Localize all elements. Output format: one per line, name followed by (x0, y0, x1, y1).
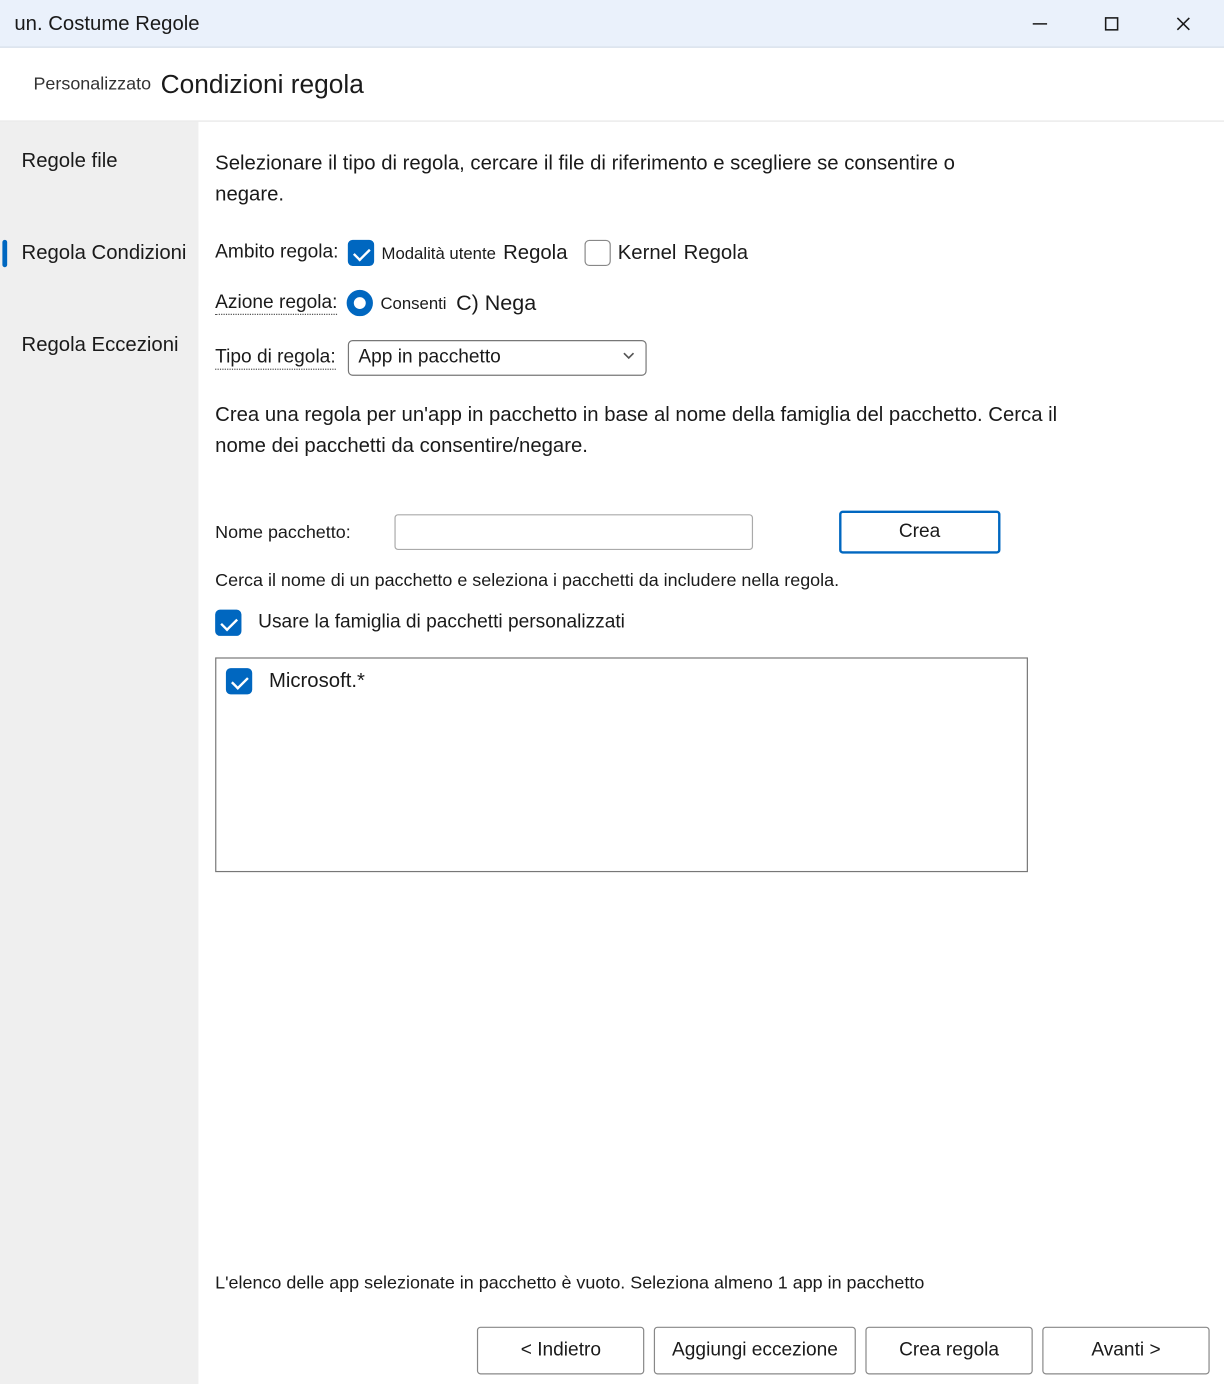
usermode-after-label: Regola (503, 241, 567, 265)
back-button[interactable]: < Indietro (477, 1327, 644, 1375)
deny-label: C) Nega (456, 291, 536, 316)
status-note: L'elenco delle app selezionate in pacche… (215, 1273, 924, 1293)
rule-type-value: App in pacchetto (358, 347, 500, 368)
custom-family-checkbox[interactable] (215, 610, 241, 636)
sidebar-item-label: Regola Eccezioni (22, 333, 179, 356)
create-rule-button[interactable]: Crea regola (865, 1327, 1032, 1375)
custom-family-row: Usare la famiglia di pacchetti personali… (215, 610, 1195, 636)
breadcrumb: Personalizzato (33, 74, 151, 94)
footer-buttons: < Indietro Aggiungi eccezione Crea regol… (477, 1327, 1209, 1375)
maximize-icon (1103, 15, 1120, 32)
create-button[interactable]: Crea (839, 511, 1000, 554)
list-item-label: Microsoft.* (269, 669, 365, 693)
rule-scope-row: Ambito regola: Modalità utente Regola Ke… (215, 240, 1195, 266)
sidebar-item-file-rules[interactable]: Regole file (0, 129, 198, 195)
package-name-input[interactable] (394, 514, 753, 550)
list-item-checkbox[interactable] (226, 668, 252, 694)
sidebar-item-label: Regola Condizioni (22, 241, 187, 264)
add-exception-button[interactable]: Aggiungi eccezione (654, 1327, 856, 1375)
usermode-small-label: Modalità utente (382, 243, 496, 262)
page-header: Personalizzato Condizioni regola (0, 48, 1224, 122)
main-content: Selezionare il tipo di regola, cercare i… (198, 122, 1224, 1384)
create-rule-label: Crea regola (899, 1340, 999, 1361)
sidebar-item-label: Regole file (22, 149, 118, 172)
allow-radio[interactable] (347, 290, 373, 316)
kernel-after-label: Regola (684, 241, 748, 265)
rule-type-label: Tipo di regola: (215, 347, 335, 370)
maximize-button[interactable] (1076, 0, 1148, 47)
create-button-label: Crea (899, 521, 940, 542)
rule-type-dropdown[interactable]: App in pacchetto (348, 340, 647, 376)
sidebar-item-rule-conditions[interactable]: Regola Condizioni (0, 221, 198, 287)
minimize-icon (1032, 15, 1049, 32)
add-exception-label: Aggiungi eccezione (672, 1340, 838, 1361)
titlebar: un. Costume Regole (0, 0, 1224, 48)
next-button-label: Avanti > (1091, 1340, 1160, 1361)
kernel-label: Kernel (618, 241, 677, 265)
minimize-button[interactable] (1004, 0, 1076, 47)
custom-family-label: Usare la famiglia di pacchetti personali… (258, 612, 625, 633)
search-hint: Cerca il nome di un pacchetto e selezion… (215, 570, 1195, 590)
rule-type-description: Crea una regola per un'app in pacchetto … (215, 400, 1076, 461)
kernel-checkbox[interactable] (584, 240, 610, 266)
sidebar-item-rule-exceptions[interactable]: Regola Eccezioni (0, 312, 198, 378)
allow-label: Consenti (380, 294, 446, 313)
sidebar: Regole file Regola Condizioni Regola Ecc… (0, 122, 198, 1384)
package-name-label: Nome pacchetto: (215, 522, 370, 542)
rule-action-label: Azione regola: (215, 292, 337, 315)
rule-type-row: Tipo di regola: App in pacchetto (215, 340, 1195, 376)
package-listbox[interactable]: Microsoft.* (215, 657, 1028, 872)
intro-text: Selezionare il tipo di regola, cercare i… (215, 148, 1028, 209)
usermode-checkbox[interactable] (348, 240, 374, 266)
window-title: un. Costume Regole (14, 11, 199, 35)
package-row: Nome pacchetto: Crea (215, 511, 1195, 554)
list-item[interactable]: Microsoft.* (226, 668, 1017, 694)
chevron-down-icon (621, 347, 635, 368)
next-button[interactable]: Avanti > (1042, 1327, 1209, 1375)
back-button-label: < Indietro (521, 1340, 601, 1361)
page-title: Condizioni regola (161, 69, 364, 100)
rule-action-row: Azione regola: Consenti C) Nega (215, 290, 1195, 316)
close-icon (1175, 15, 1192, 32)
rule-scope-label: Ambito regola: (215, 242, 338, 263)
close-button[interactable] (1147, 0, 1219, 47)
